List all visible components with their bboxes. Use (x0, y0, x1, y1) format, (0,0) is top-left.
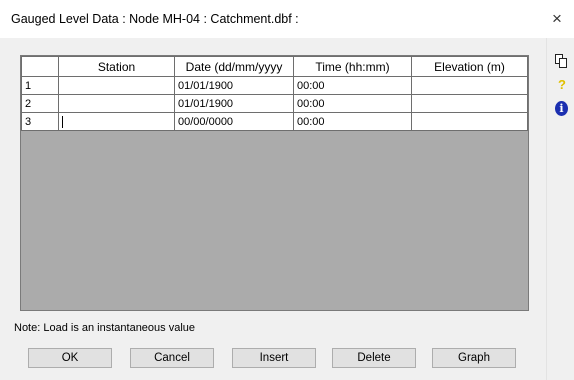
graph-button[interactable]: Graph (432, 348, 516, 368)
copy-icon[interactable] (555, 54, 569, 68)
delete-button[interactable]: Delete (332, 348, 416, 368)
side-toolbar: ? i (546, 38, 574, 380)
text-caret (62, 115, 63, 128)
elevation-cell[interactable] (411, 94, 528, 113)
insert-button[interactable]: Insert (232, 348, 316, 368)
column-header-time[interactable]: Time (hh:mm) (293, 56, 412, 77)
time-cell[interactable]: 00:00 (293, 94, 412, 113)
window-title: Gauged Level Data : Node MH-04 : Catchme… (11, 12, 299, 26)
cancel-button[interactable]: Cancel (130, 348, 214, 368)
table-row[interactable]: 3 00/00/0000 00:00 (21, 112, 528, 131)
station-cell[interactable] (58, 76, 175, 95)
close-icon[interactable]: × (546, 8, 568, 30)
date-cell[interactable]: 00/00/0000 (174, 112, 294, 131)
table-row[interactable]: 2 01/01/1900 00:00 (21, 94, 528, 113)
row-number-cell[interactable]: 2 (21, 94, 59, 113)
column-header-station[interactable]: Station (58, 56, 175, 77)
data-grid[interactable]: Station Date (dd/mm/yyyy Time (hh:mm) El… (20, 55, 529, 311)
date-cell[interactable]: 01/01/1900 (174, 94, 294, 113)
note-text: Note: Load is an instantaneous value (14, 322, 196, 334)
ok-button[interactable]: OK (28, 348, 112, 368)
elevation-cell[interactable] (411, 76, 528, 95)
time-cell[interactable]: 00:00 (293, 76, 412, 95)
header-row: Station Date (dd/mm/yyyy Time (hh:mm) El… (21, 56, 528, 77)
row-number-cell[interactable]: 1 (21, 76, 59, 95)
table-row[interactable]: 1 01/01/1900 00:00 (21, 76, 528, 95)
column-header-date[interactable]: Date (dd/mm/yyyy (174, 56, 294, 77)
grid-table: Station Date (dd/mm/yyyy Time (hh:mm) El… (21, 56, 528, 131)
elevation-cell[interactable] (411, 112, 528, 131)
station-cell-active[interactable] (58, 112, 175, 131)
title-bar: Gauged Level Data : Node MH-04 : Catchme… (0, 0, 574, 38)
station-cell[interactable] (58, 94, 175, 113)
info-icon[interactable]: i (555, 101, 568, 116)
column-header-elevation[interactable]: Elevation (m) (411, 56, 528, 77)
time-cell[interactable]: 00:00 (293, 112, 412, 131)
grid-empty-area: Station Date (dd/mm/yyyy Time (hh:mm) El… (21, 56, 528, 310)
corner-header-cell[interactable] (21, 56, 59, 77)
row-number-cell[interactable]: 3 (21, 112, 59, 131)
date-cell[interactable]: 01/01/1900 (174, 76, 294, 95)
help-icon[interactable]: ? (555, 78, 569, 92)
